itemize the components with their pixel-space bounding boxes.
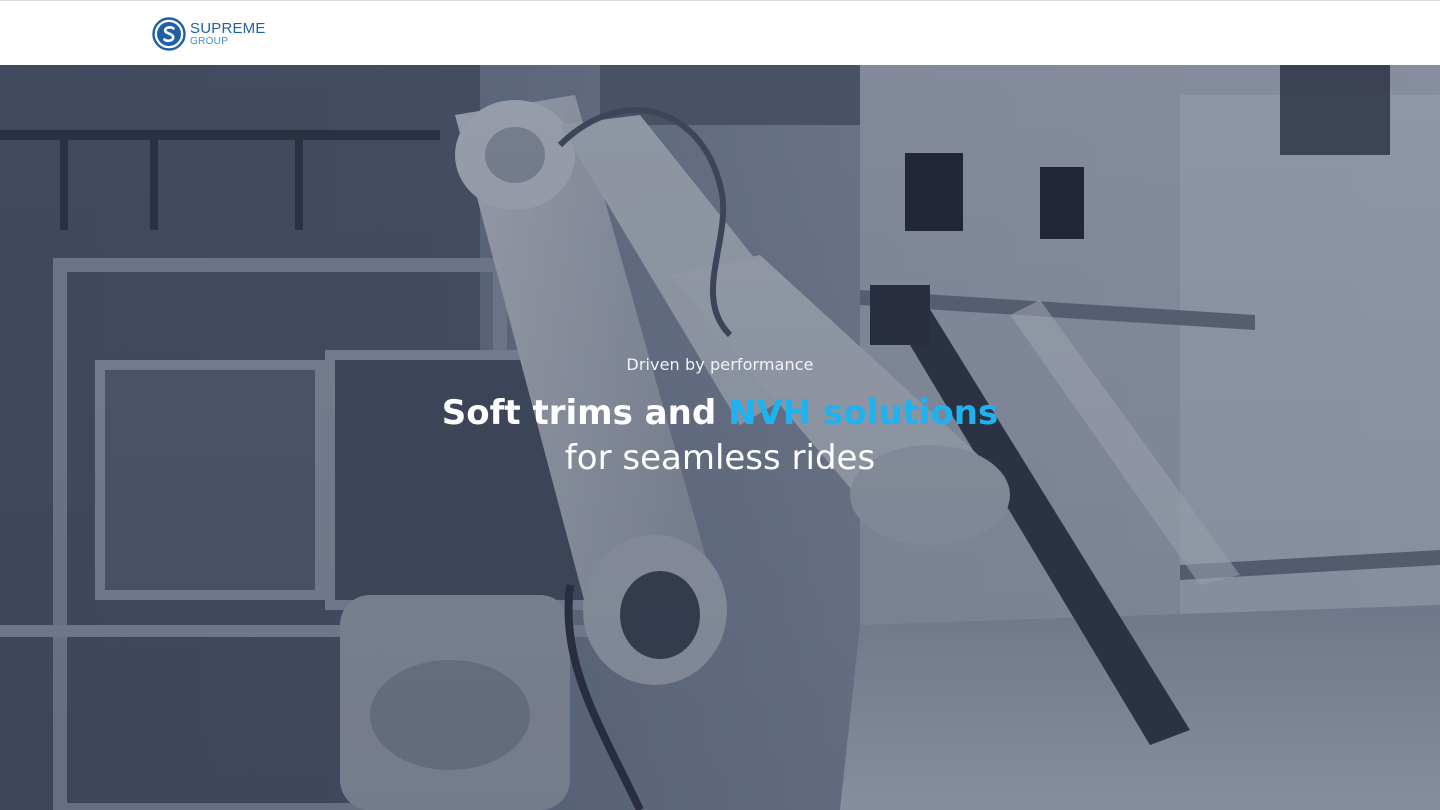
- hero-section: Driven by performance Soft trims and NVH…: [0, 65, 1440, 810]
- logo-name: SUPREME: [190, 20, 266, 37]
- hero-subline: for seamless rides: [564, 438, 876, 478]
- supreme-logo-icon: [152, 17, 186, 51]
- site-header: SUPREME GROUP: [0, 0, 1440, 65]
- hero-headline-accent: NVH solutions: [728, 393, 999, 433]
- supreme-group-logo[interactable]: SUPREME GROUP: [152, 16, 266, 52]
- hero-headline: Soft trims and NVH solutions: [0, 390, 1440, 436]
- hero-headline-lead: Soft trims and: [441, 393, 717, 433]
- logo-wordmark: SUPREME GROUP: [190, 21, 266, 47]
- hero-eyebrow: Driven by performance: [626, 355, 814, 374]
- hero-content: Driven by performance Soft trims and NVH…: [0, 355, 1440, 480]
- logo-sub: GROUP: [190, 36, 229, 47]
